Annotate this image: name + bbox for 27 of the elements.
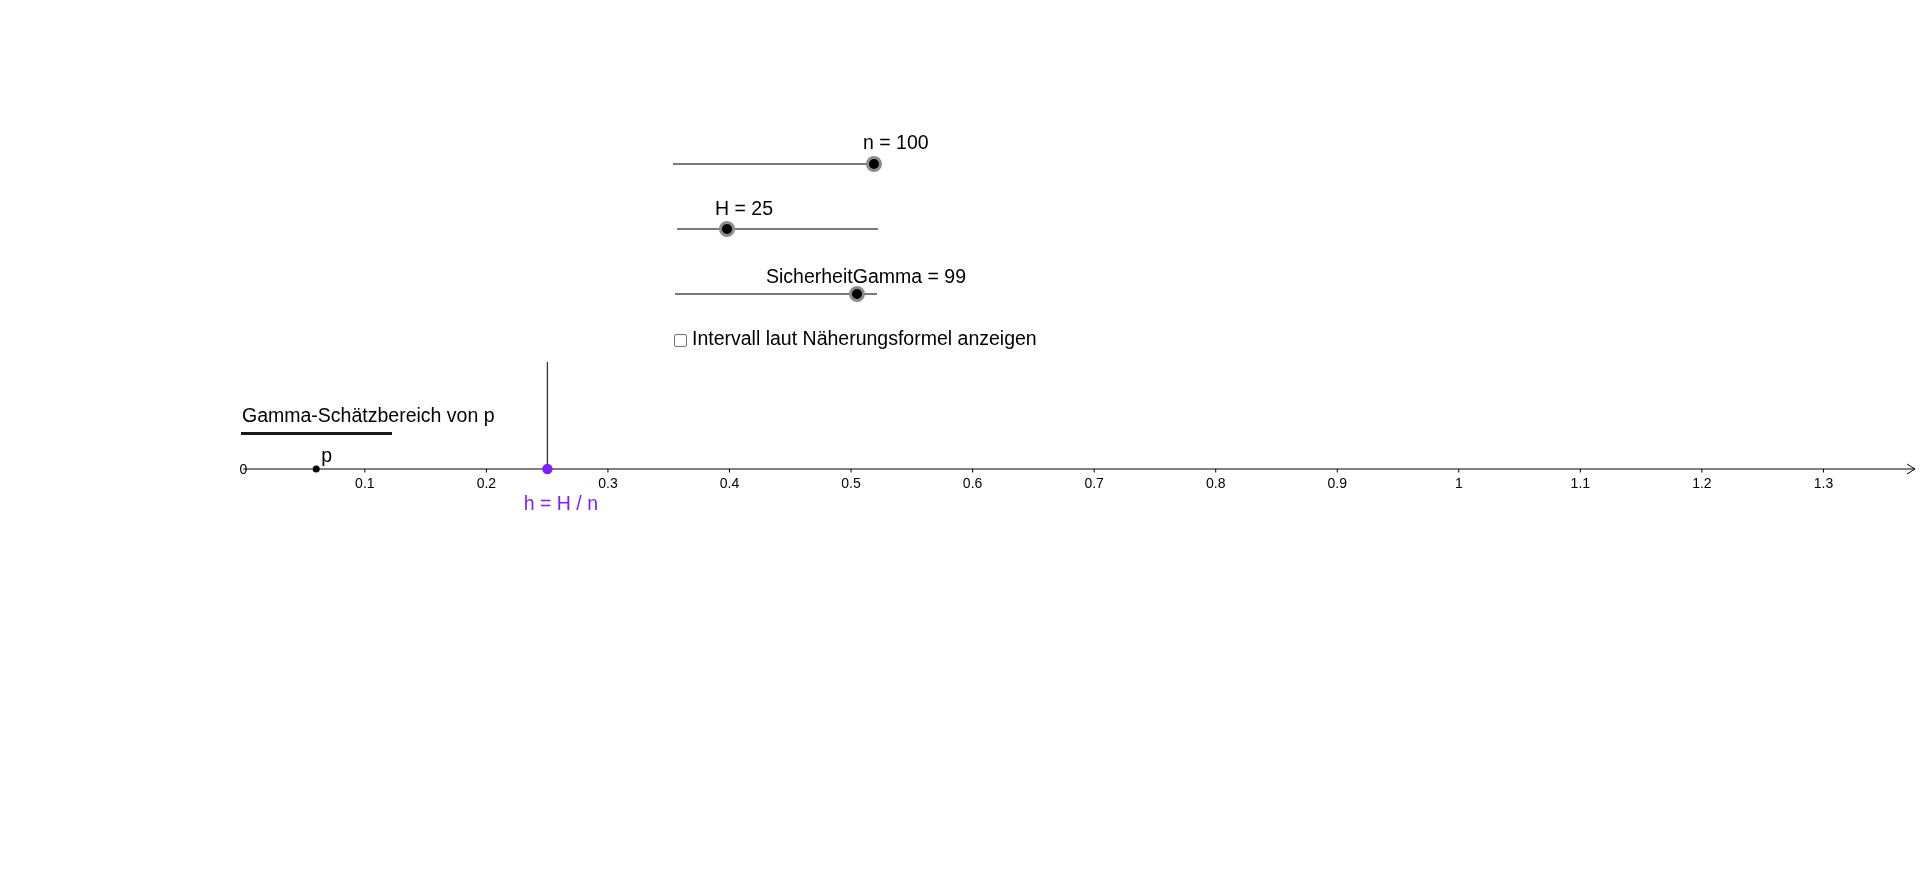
tick-label: 0.1 <box>355 475 375 491</box>
slider-label: n = 100 <box>863 133 929 153</box>
tick-label: 0.2 <box>476 475 497 491</box>
checkbox[interactable] <box>674 334 687 347</box>
tick-label: 0.6 <box>962 475 983 491</box>
point-label: p <box>321 443 333 466</box>
caption-text: Gamma-Schätzbereich von p <box>242 406 495 426</box>
tick-label: 1.3 <box>1813 475 1834 491</box>
point-marker[interactable] <box>542 463 553 475</box>
slider-label: SicherheitGamma = 99 <box>766 267 966 287</box>
slider-thumb[interactable] <box>719 221 736 237</box>
tick-label: 0 <box>239 461 248 477</box>
checkbox-label[interactable]: Intervall laut Näherungsformel anzeigen <box>692 329 1037 349</box>
point-label: h = H / n <box>523 492 599 514</box>
tick-label: 0.8 <box>1205 475 1226 491</box>
slider-thumb[interactable] <box>866 156 882 172</box>
slider-label: H = 25 <box>715 199 773 219</box>
tick-label: 1.1 <box>1570 475 1591 491</box>
tick-label: 1.2 <box>1692 475 1712 491</box>
tick-label: 1 <box>1454 475 1463 491</box>
tick-label: 0.5 <box>841 475 861 491</box>
tick-label: 0.4 <box>719 475 740 491</box>
tick-label: 0.3 <box>598 475 618 491</box>
tick-label: 0.9 <box>1327 475 1347 491</box>
slider-thumb[interactable] <box>848 286 865 302</box>
tick-label: 0.7 <box>1084 475 1104 491</box>
point-marker[interactable] <box>312 465 320 473</box>
